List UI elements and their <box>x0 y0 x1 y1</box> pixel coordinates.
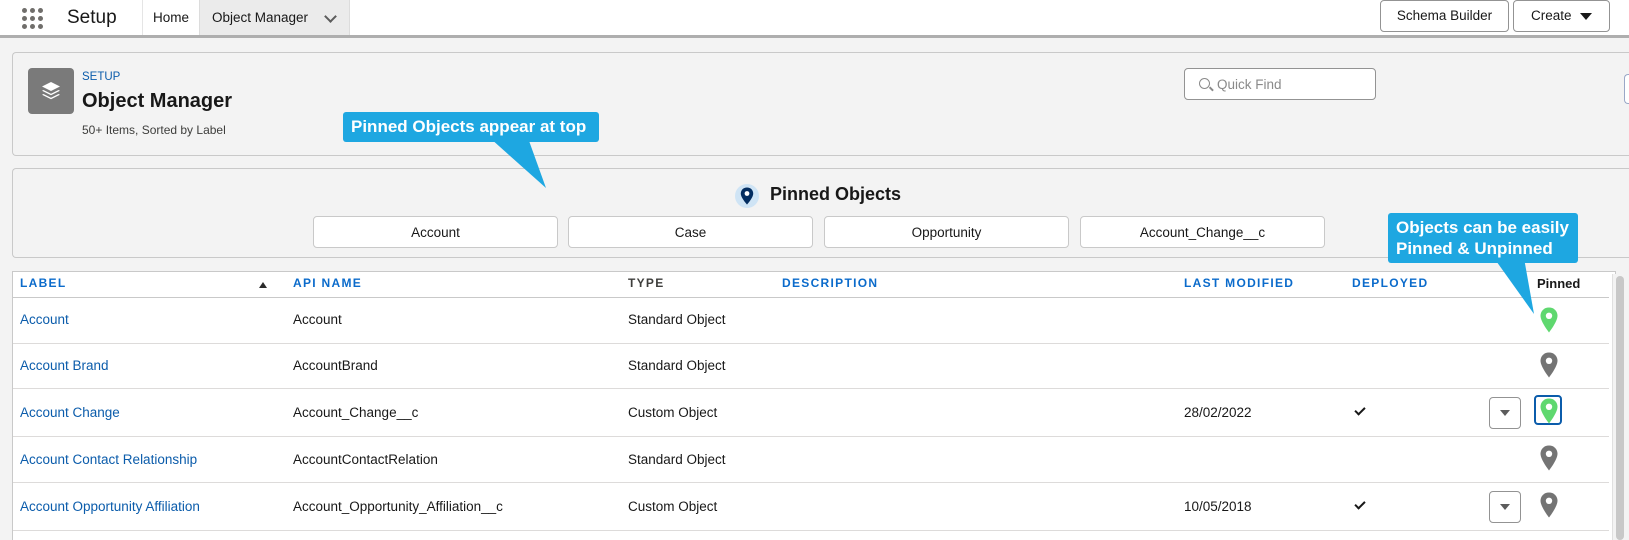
item-count: 50+ Items, Sorted by Label <box>82 123 226 137</box>
object-label-link[interactable]: Account Opportunity Affiliation <box>20 499 200 514</box>
callout-pointer <box>490 138 546 188</box>
check-icon <box>1354 498 1366 510</box>
object-label-link[interactable]: Account <box>20 312 69 327</box>
column-header-deployed[interactable]: DEPLOYED <box>1352 276 1428 290</box>
check-icon <box>1354 404 1366 416</box>
pinned-object-case[interactable]: Case <box>568 216 813 248</box>
schema-builder-button[interactable]: Schema Builder <box>1380 0 1509 32</box>
last-modified-date: 10/05/2018 <box>1184 499 1252 514</box>
map-pin-icon <box>1540 352 1558 378</box>
column-header-description[interactable]: DESCRIPTION <box>782 276 878 290</box>
page-header <box>12 52 1629 156</box>
row-actions-menu-button[interactable] <box>1489 491 1521 523</box>
callout-pin-unpin: Objects can be easily Pinned & Unpinned <box>1388 213 1578 263</box>
object-type: Standard Object <box>628 358 726 373</box>
map-pin-icon <box>1540 445 1558 471</box>
edge-panel-tab[interactable] <box>1624 74 1629 104</box>
callout-pinned-top: Pinned Objects appear at top <box>343 112 599 142</box>
object-api-name: Account <box>293 312 342 327</box>
pinned-objects-panel <box>12 168 1629 258</box>
tab-home[interactable]: Home <box>142 0 199 35</box>
object-api-name: Account_Opportunity_Affiliation__c <box>293 499 503 514</box>
map-pin-icon <box>735 184 759 208</box>
layers-icon <box>28 68 74 114</box>
column-header-last-modified[interactable]: LAST MODIFIED <box>1184 276 1294 290</box>
callout-pin-unpin-line1: Objects can be easily <box>1396 218 1569 237</box>
object-type: Custom Object <box>628 499 718 514</box>
object-api-name: Account_Change__c <box>293 405 419 420</box>
table-row: Account Account Standard Object <box>13 298 1609 344</box>
tab-object-manager[interactable]: Object Manager <box>199 0 350 35</box>
app-launcher-icon[interactable] <box>22 8 44 30</box>
search-icon <box>1199 78 1210 89</box>
page-title: Object Manager <box>82 90 233 112</box>
quick-find-input[interactable] <box>1217 75 1367 93</box>
map-pin-icon <box>1540 492 1558 518</box>
object-type: Standard Object <box>628 452 726 467</box>
create-button-label: Create <box>1531 8 1572 23</box>
object-label-link[interactable]: Account Change <box>20 405 120 420</box>
object-type: Standard Object <box>628 312 726 327</box>
table-row: Account Opportunity Affiliation Account_… <box>13 483 1609 531</box>
last-modified-date: 28/02/2022 <box>1184 405 1252 420</box>
quick-find-field[interactable] <box>1184 68 1376 100</box>
pin-toggle[interactable] <box>1534 349 1562 379</box>
table-row: Account Contact Relationship AccountCont… <box>13 437 1609 483</box>
column-header-label[interactable]: LABEL <box>20 276 67 290</box>
pinned-object-account[interactable]: Account <box>313 216 558 248</box>
chevron-down-icon[interactable] <box>324 10 337 23</box>
pin-toggle[interactable] <box>1534 442 1562 472</box>
scrollbar-thumb[interactable] <box>1616 276 1624 540</box>
pinned-objects-title: Pinned Objects <box>770 184 902 204</box>
column-header-api-name[interactable]: API NAME <box>293 276 362 290</box>
pinned-object-opportunity[interactable]: Opportunity <box>824 216 1069 248</box>
caret-down-icon <box>1580 13 1592 20</box>
column-header-pinned: Pinned <box>1537 276 1581 291</box>
pinned-object-account-change[interactable]: Account_Change__c <box>1080 216 1325 248</box>
app-name: Setup <box>67 7 117 28</box>
table-row: Account Change Account_Change__c Custom … <box>13 389 1609 437</box>
object-api-name: AccountContactRelation <box>293 452 438 467</box>
object-label-link[interactable]: Account Brand <box>20 358 109 373</box>
pin-toggle[interactable] <box>1534 395 1562 425</box>
table-scrollbar[interactable] <box>1612 274 1626 540</box>
column-header-type: TYPE <box>628 276 665 290</box>
tab-object-manager-label: Object Manager <box>212 10 309 25</box>
sort-ascending-icon[interactable] <box>259 282 267 288</box>
map-pin-icon <box>1540 307 1558 333</box>
pin-toggle[interactable] <box>1534 489 1562 519</box>
object-api-name: AccountBrand <box>293 358 378 373</box>
row-actions-menu-button[interactable] <box>1489 397 1521 429</box>
callout-pin-unpin-line2: Pinned & Unpinned <box>1396 239 1553 258</box>
object-label-link[interactable]: Account Contact Relationship <box>20 452 197 467</box>
breadcrumb[interactable]: SETUP <box>82 71 120 83</box>
table-row: Account Brand AccountBrand Standard Obje… <box>13 344 1609 389</box>
map-pin-icon <box>1540 398 1558 424</box>
object-type: Custom Object <box>628 405 718 420</box>
create-button[interactable]: Create <box>1513 0 1610 32</box>
callout-pointer <box>1494 258 1534 314</box>
